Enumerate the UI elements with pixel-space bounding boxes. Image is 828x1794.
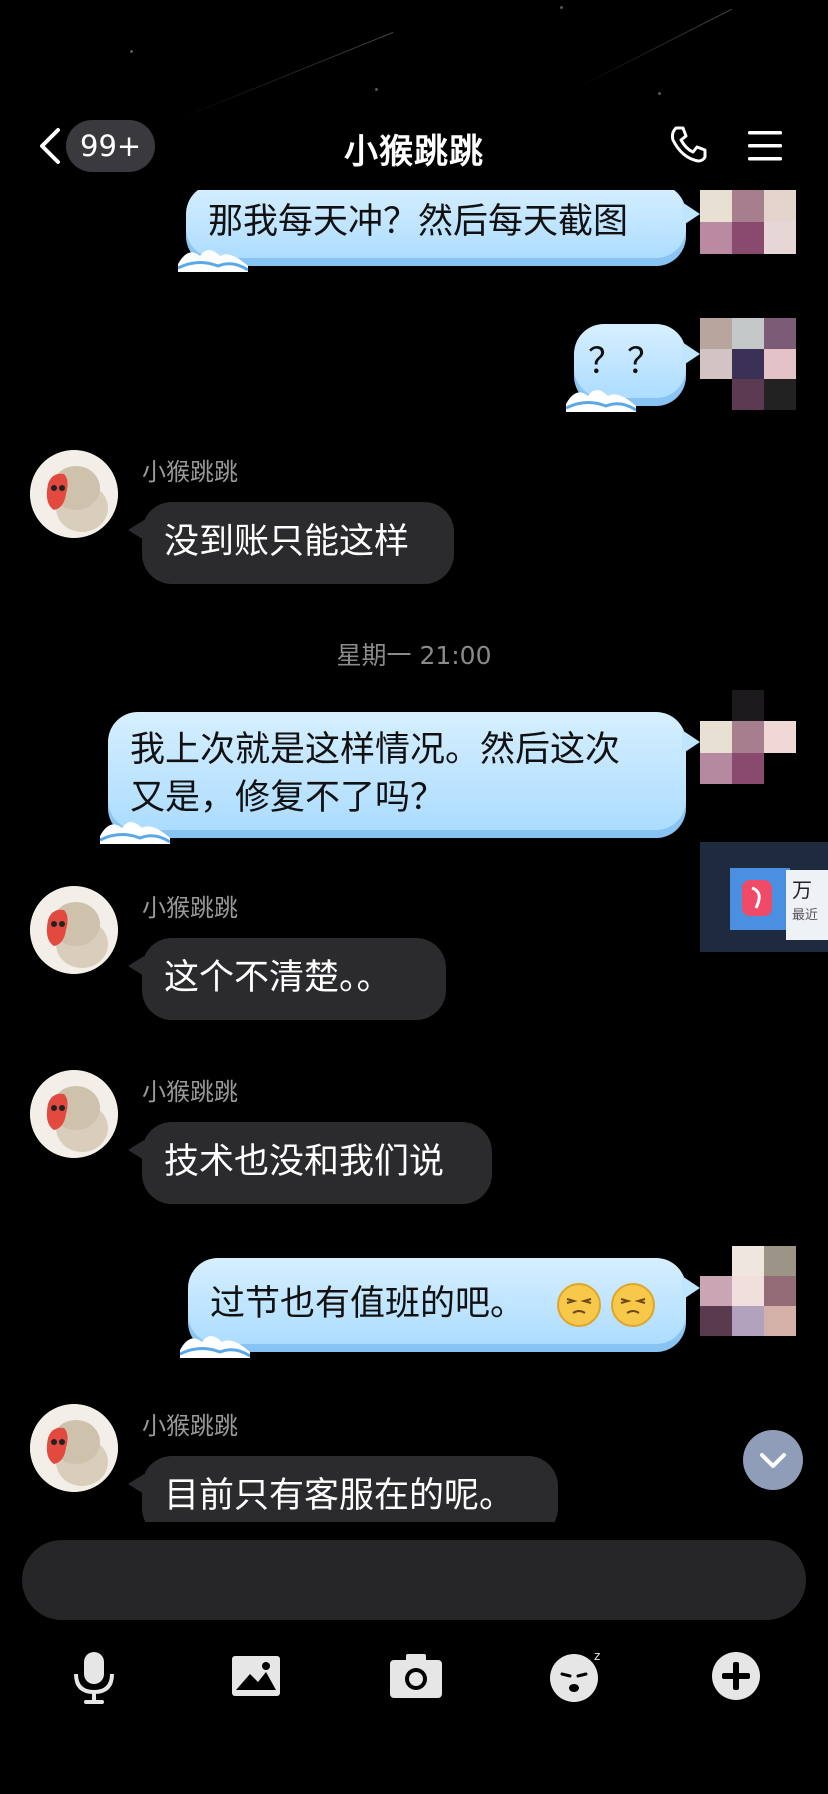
sender-name: 小猴跳跳 (142, 458, 238, 486)
menu-icon[interactable] (746, 128, 784, 164)
message-text: 没到账只能这样 (164, 522, 410, 562)
message-text: 目前只有客服在的呢。 (164, 1476, 515, 1516)
bubble-tail (682, 202, 700, 226)
timestamp: 星期一 21:00 (336, 641, 492, 670)
smug-face-icon (611, 1283, 655, 1327)
floating-card[interactable]: 万 最近 (700, 842, 828, 952)
message-text: 技术也没和我们说 (164, 1142, 445, 1182)
bubble-tail (128, 1140, 144, 1160)
message-text-line2: 又是，修复不了吗？ (130, 778, 446, 818)
chevron-down-icon (760, 1453, 786, 1468)
message-input[interactable] (22, 1540, 806, 1620)
bubble-tail (682, 342, 700, 366)
star-decoration (658, 92, 661, 95)
phone-icon[interactable] (668, 124, 708, 164)
bubble-tail (682, 730, 700, 754)
app-logo-icon (742, 880, 772, 916)
microphone-icon[interactable] (64, 1646, 124, 1706)
star-decoration (375, 88, 378, 91)
wave-decoration (180, 1336, 250, 1358)
smug-face-icon (557, 1283, 601, 1327)
unread-badge[interactable]: 99+ (66, 120, 156, 172)
star-decoration (560, 6, 563, 9)
pixelated-avatar[interactable] (700, 318, 796, 410)
card-thumbnail (730, 868, 790, 930)
monkey-avatar[interactable] (30, 450, 118, 538)
outgoing-message[interactable]: 过节也有值班的吧。 (180, 1258, 700, 1358)
pixelated-avatar[interactable] (700, 1246, 796, 1336)
monkey-avatar[interactable] (30, 886, 118, 974)
chat-header: 99+ 小猴跳跳 (0, 100, 828, 190)
scroll-to-bottom-button[interactable] (743, 1430, 803, 1490)
message-text: 那我每天冲？然后每天截图 (208, 202, 629, 242)
outgoing-message[interactable]: 那我每天冲？然后每天截图 (178, 190, 700, 272)
sender-name: 小猴跳跳 (142, 1078, 238, 1106)
pixelated-avatar[interactable] (700, 690, 796, 784)
wave-decoration (100, 822, 170, 844)
wave-decoration (178, 250, 248, 272)
outgoing-message[interactable]: ？？ (566, 324, 700, 412)
message-text: ？？ (588, 342, 667, 382)
bubble-tail (682, 1276, 700, 1300)
sender-name: 小猴跳跳 (142, 894, 238, 922)
bubble-tail (128, 1474, 144, 1494)
shooting-star-decoration (579, 8, 732, 87)
incoming-message[interactable]: 技术也没和我们说 (128, 1122, 492, 1204)
sticker-icon[interactable]: z (546, 1646, 606, 1706)
camera-icon[interactable] (386, 1646, 446, 1706)
plus-icon[interactable] (706, 1646, 766, 1706)
incoming-message[interactable]: 这个不清楚。。 (128, 938, 446, 1020)
card-text-area: 万 最近 (786, 870, 828, 940)
outgoing-message[interactable]: 我上次就是这样情况。然后这次 又是，修复不了吗？ (100, 712, 700, 844)
monkey-avatar[interactable] (30, 1070, 118, 1158)
star-decoration (130, 50, 133, 53)
pixelated-avatar[interactable] (700, 190, 796, 254)
monkey-avatar[interactable] (30, 1404, 118, 1492)
message-text-line1: 我上次就是这样情况。然后这次 (130, 730, 621, 770)
incoming-message[interactable]: 目前只有客服在的呢。 (128, 1456, 558, 1522)
message-text: 这个不清楚。。 (164, 958, 392, 998)
card-subtitle: 最近 (792, 908, 819, 923)
input-toolbar: z (0, 1640, 828, 1740)
sender-name: 小猴跳跳 (142, 1412, 238, 1440)
card-title: 万 (792, 878, 812, 902)
image-icon[interactable] (226, 1646, 286, 1706)
message-list[interactable]: 那我每天冲？然后每天截图 ？？ 小猴跳跳 没到账只能这样 星期一 21:00 我… (0, 190, 828, 1522)
wave-decoration (566, 390, 636, 412)
bubble-tail (128, 956, 144, 976)
incoming-message[interactable]: 没到账只能这样 (128, 502, 454, 584)
svg-text:z: z (594, 1649, 600, 1663)
bubble-tail (128, 520, 144, 540)
message-text: 过节也有值班的吧。 (210, 1284, 526, 1324)
chevron-left-icon[interactable] (34, 126, 64, 166)
